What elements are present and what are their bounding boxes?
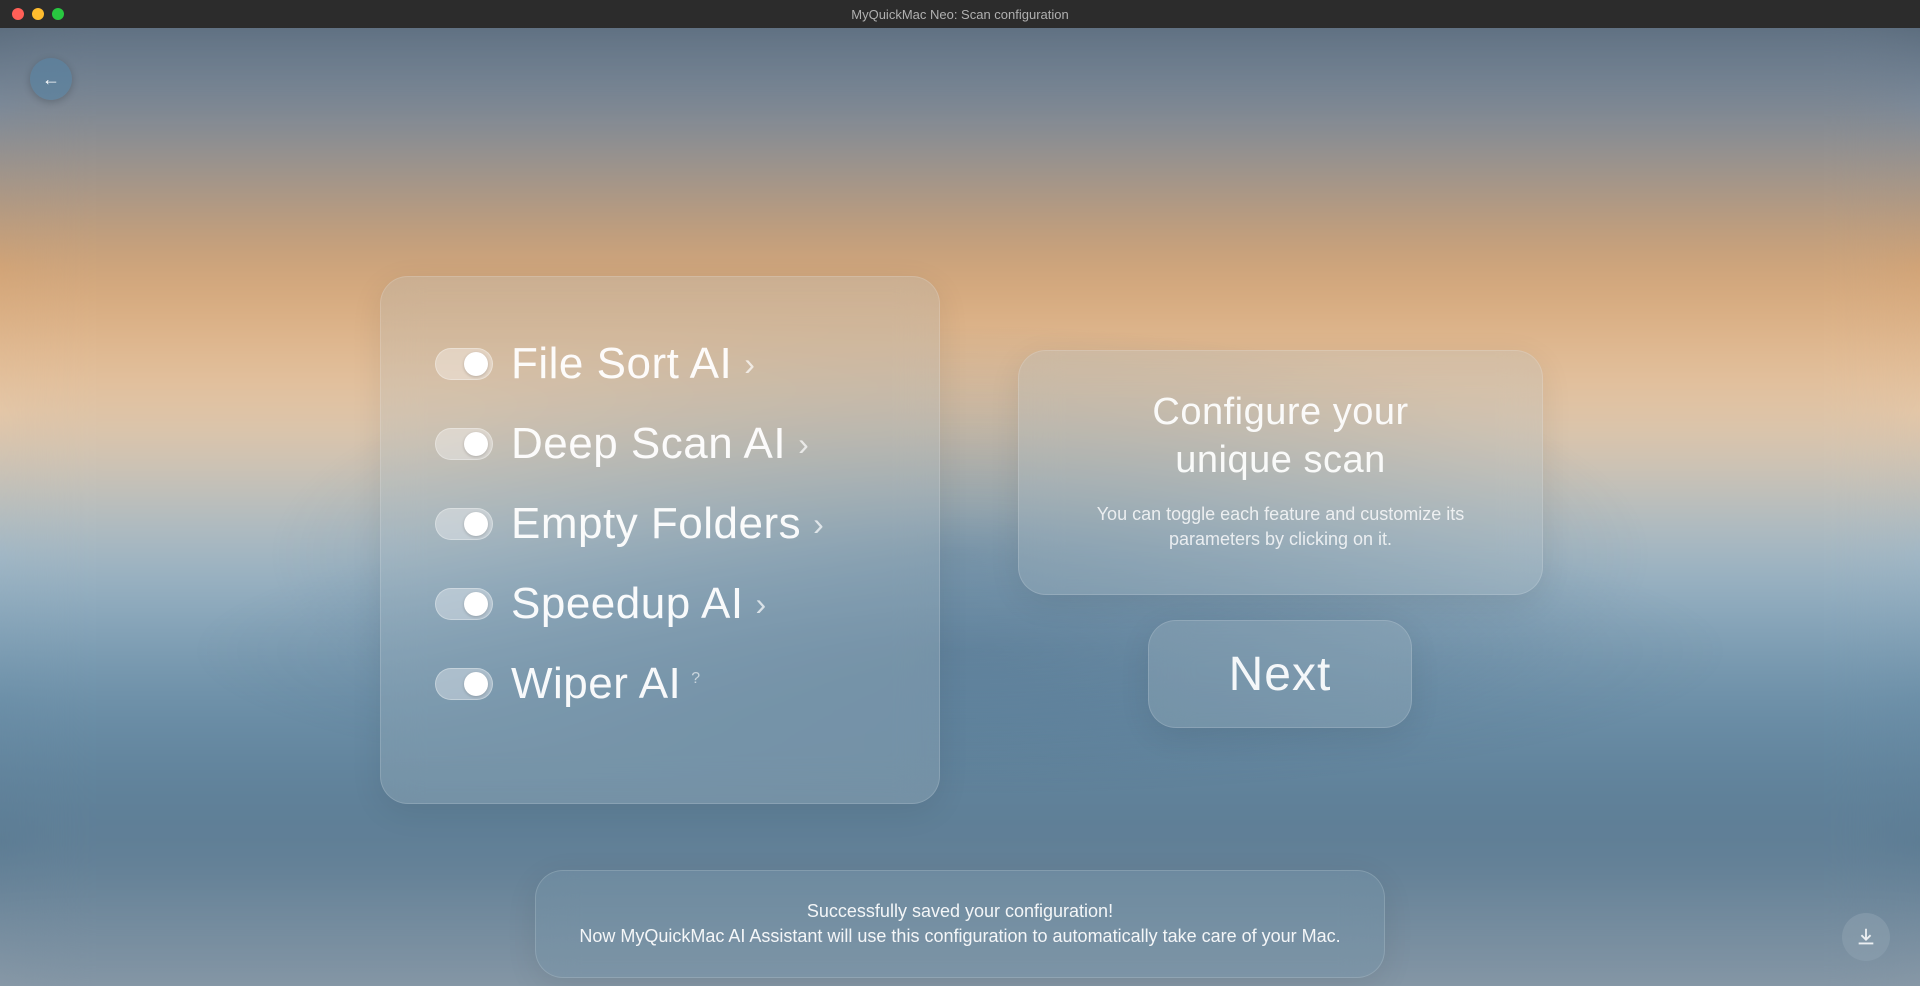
toast-notification: Successfully saved your configuration! N…	[535, 870, 1385, 978]
maximize-window-button[interactable]	[52, 8, 64, 20]
toggle-file-sort[interactable]	[435, 348, 493, 380]
info-title: Configure your unique scan	[1061, 389, 1500, 484]
back-arrow-icon: ←	[42, 69, 60, 90]
download-icon	[1855, 926, 1877, 948]
feature-file-sort[interactable]: File Sort AI ›	[435, 339, 885, 389]
next-button-label: Next	[1229, 647, 1332, 702]
toast-line2: Now MyQuickMac AI Assistant will use thi…	[576, 926, 1344, 947]
toggle-knob	[464, 672, 488, 696]
feature-label: File Sort AI ›	[511, 339, 755, 389]
feature-deep-scan[interactable]: Deep Scan AI ›	[435, 419, 885, 469]
close-window-button[interactable]	[12, 8, 24, 20]
title-bar: MyQuickMac Neo: Scan configuration	[0, 0, 1920, 28]
toggle-wiper[interactable]	[435, 668, 493, 700]
toggle-knob	[464, 592, 488, 616]
feature-text: File Sort AI	[511, 339, 732, 389]
toggle-knob	[464, 432, 488, 456]
feature-label: Deep Scan AI ›	[511, 419, 809, 469]
feature-wiper[interactable]: Wiper AI ?	[435, 659, 885, 709]
feature-text: Speedup AI	[511, 579, 744, 629]
main-area: ← File Sort AI › Deep Scan AI ›	[0, 28, 1920, 986]
feature-empty-folders[interactable]: Empty Folders ›	[435, 499, 885, 549]
info-panel: Configure your unique scan You can toggl…	[1018, 350, 1543, 595]
back-button[interactable]: ←	[30, 58, 72, 100]
question-mark-icon: ?	[691, 670, 700, 688]
toggle-deep-scan[interactable]	[435, 428, 493, 460]
toggle-empty-folders[interactable]	[435, 508, 493, 540]
info-description: You can toggle each feature and customiz…	[1061, 502, 1500, 552]
toggle-speedup[interactable]	[435, 588, 493, 620]
minimize-window-button[interactable]	[32, 8, 44, 20]
feature-speedup[interactable]: Speedup AI ›	[435, 579, 885, 629]
feature-label: Speedup AI ›	[511, 579, 767, 629]
toggle-knob	[464, 352, 488, 376]
info-title-line1: Configure your	[1152, 391, 1408, 433]
toggle-knob	[464, 512, 488, 536]
feature-text: Empty Folders	[511, 499, 801, 549]
feature-text: Wiper AI	[511, 659, 681, 709]
features-panel: File Sort AI › Deep Scan AI › Empty Fold…	[380, 276, 940, 804]
feature-label: Wiper AI ?	[511, 659, 701, 709]
next-button[interactable]: Next	[1148, 620, 1412, 728]
traffic-lights	[12, 8, 64, 20]
chevron-right-icon: ›	[798, 426, 809, 463]
background-blur	[0, 28, 1920, 986]
window-title: MyQuickMac Neo: Scan configuration	[851, 7, 1068, 22]
info-title-line2: unique scan	[1175, 439, 1385, 481]
chevron-right-icon: ›	[756, 586, 767, 623]
chevron-right-icon: ›	[744, 346, 755, 383]
feature-text: Deep Scan AI	[511, 419, 786, 469]
chevron-right-icon: ›	[813, 506, 824, 543]
download-button[interactable]	[1842, 913, 1890, 961]
feature-label: Empty Folders ›	[511, 499, 824, 549]
toast-line1: Successfully saved your configuration!	[576, 901, 1344, 922]
